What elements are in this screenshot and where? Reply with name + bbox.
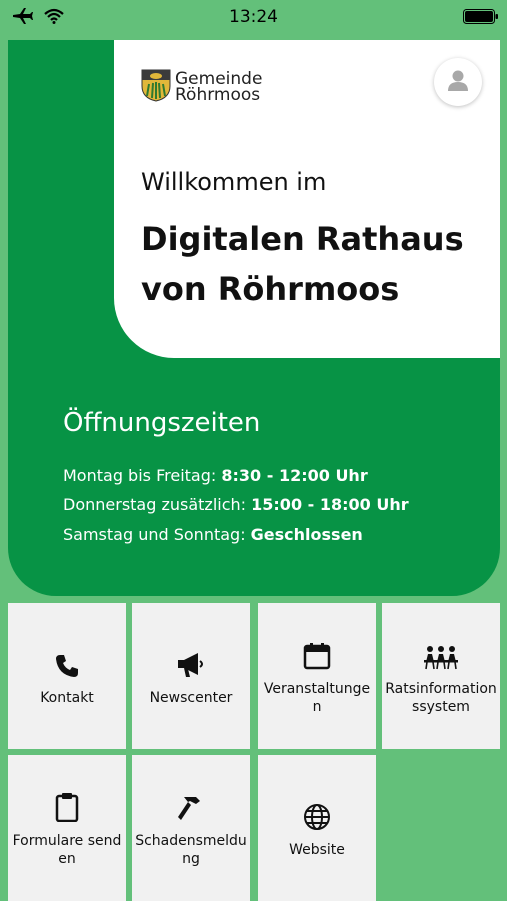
phone-icon [54, 645, 80, 679]
coat-of-arms-icon [141, 68, 171, 106]
calendar-icon [303, 636, 331, 670]
status-time: 13:24 [229, 7, 278, 27]
opening-hours-row: Montag bis Freitag: 8:30 - 12:00 Uhr [63, 466, 368, 485]
tile-label: Veranstaltungen [263, 681, 371, 715]
tile-schadensmeldung[interactable]: Schadensmeldung [132, 755, 250, 901]
tile-label: Website [289, 842, 345, 858]
hours-time: 15:00 - 18:00 Uhr [251, 495, 409, 514]
opening-hours-row: Samstag und Sonntag: Geschlossen [63, 525, 363, 544]
municipality-logo: Gemeinde Röhrmoos [141, 68, 262, 106]
tile-kontakt[interactable]: Kontakt [8, 603, 126, 749]
tile-label: Ratsinformationssystem [385, 681, 497, 715]
hours-day: Donnerstag zusätzlich: [63, 495, 247, 514]
tile-label: Newscenter [149, 690, 233, 706]
tile-newscenter[interactable]: Newscenter [132, 603, 250, 749]
megaphone-icon [176, 645, 206, 679]
hammer-icon [176, 788, 206, 822]
logo-line-2: Röhrmoos [175, 85, 261, 105]
tile-website[interactable]: Website [258, 755, 376, 901]
status-bar: 13:24 [0, 0, 507, 36]
title-line-2: von Röhrmoos [141, 270, 400, 308]
title-line-1: Digitalen Rathaus [141, 220, 464, 258]
hours-time: 8:30 - 12:00 Uhr [221, 466, 368, 485]
profile-button[interactable] [434, 58, 482, 106]
tile-label: Formulare senden [12, 833, 122, 867]
tile-formulare-senden[interactable]: Formulare senden [8, 755, 126, 901]
page-title: Digitalen Rathaus von Röhrmoos [141, 214, 491, 314]
meeting-icon [423, 636, 459, 670]
tile-ratsinformationssystem[interactable]: Ratsinformationssystem [382, 603, 500, 749]
hours-day: Montag bis Freitag: [63, 466, 217, 485]
globe-icon [303, 797, 331, 831]
user-icon [446, 68, 470, 96]
tile-label: Schadensmeldung [135, 833, 247, 867]
welcome-text: Willkommen im [141, 168, 327, 196]
tile-label: Kontakt [40, 690, 94, 706]
tile-veranstaltungen[interactable]: Veranstaltungen [258, 603, 376, 749]
opening-hours-title: Öffnungszeiten [63, 408, 261, 438]
clipboard-icon [55, 788, 79, 822]
hours-time: Geschlossen [250, 525, 363, 544]
opening-hours-row: Donnerstag zusätzlich: 15:00 - 18:00 Uhr [63, 495, 409, 514]
battery-icon [463, 9, 498, 24]
hours-day: Samstag und Sonntag: [63, 525, 246, 544]
